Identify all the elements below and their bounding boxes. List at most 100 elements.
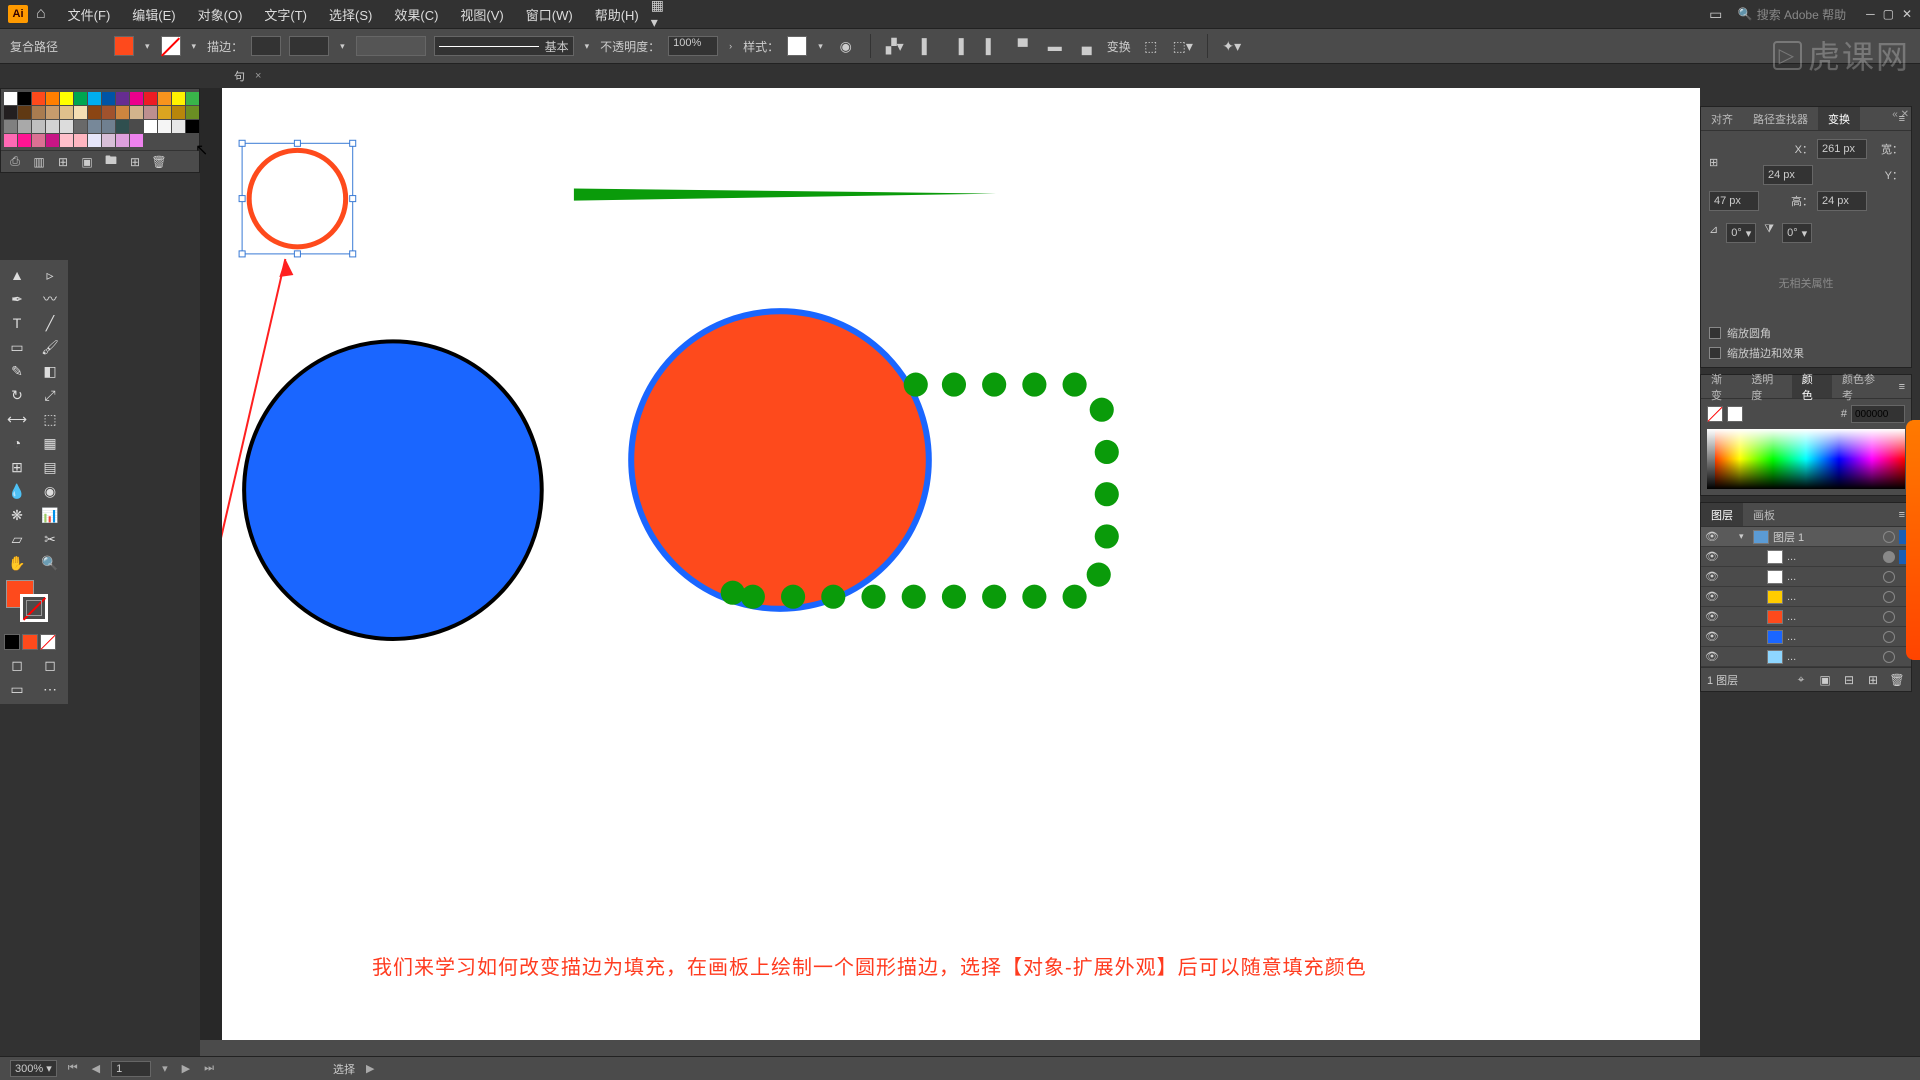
swatch[interactable] [144, 120, 157, 133]
swatch[interactable] [46, 92, 59, 105]
artboard-tool[interactable]: ▱ [2, 528, 32, 550]
swatch[interactable] [172, 120, 185, 133]
horizontal-scrollbar[interactable] [200, 1040, 1700, 1056]
swatch-menu-icon[interactable]: ▥ [31, 154, 47, 170]
close-icon[interactable]: ✕ [1902, 7, 1912, 21]
arrange-docs-icon[interactable]: ▦ ▾ [651, 2, 675, 26]
isolate-icon[interactable]: ⬚ [1139, 34, 1163, 58]
search-box[interactable]: 🔍 搜索 Adobe 帮助 [1738, 6, 1846, 23]
tab-color[interactable]: 颜色 [1792, 375, 1832, 398]
swatch[interactable] [46, 106, 59, 119]
swatch[interactable] [116, 106, 129, 119]
swatch[interactable] [18, 134, 31, 147]
w-value-input[interactable]: 24 px [1763, 165, 1813, 185]
swatch[interactable] [60, 120, 73, 133]
target-icon[interactable] [1883, 631, 1895, 643]
target-icon[interactable] [1883, 551, 1895, 563]
layer-row[interactable]: 👁... [1701, 547, 1911, 567]
swatch[interactable] [116, 120, 129, 133]
stroke-swatch[interactable] [161, 36, 181, 56]
swatch[interactable] [186, 106, 199, 119]
swatch[interactable] [4, 92, 17, 105]
stroke-preset[interactable]: 基本 [434, 36, 574, 56]
swatch[interactable] [74, 106, 87, 119]
swatch[interactable] [4, 134, 17, 147]
minimize-icon[interactable]: ─ [1866, 7, 1875, 21]
swatch[interactable] [130, 106, 143, 119]
pen-tool[interactable]: ✒ [2, 288, 32, 310]
swatch[interactable] [186, 92, 199, 105]
tab-pathfinder[interactable]: 路径查找器 [1743, 107, 1818, 130]
layer-row[interactable]: 👁... [1701, 587, 1911, 607]
stroke-profile-dd[interactable]: ▾ [337, 41, 348, 52]
scale-strokes-checkbox[interactable]: 缩放描边和效果 [1709, 345, 1903, 361]
none-mode-icon[interactable] [40, 634, 56, 650]
first-artboard-icon[interactable]: ⏮ [65, 1062, 81, 1075]
rectangle-tool[interactable]: ▭ [2, 336, 32, 358]
artboard-dd[interactable]: ▾ [159, 1062, 171, 1075]
stroke-profile[interactable] [289, 36, 329, 56]
swatch-lib-icon[interactable]: ⎙ [7, 154, 23, 170]
doc-tab-close-icon[interactable]: × [255, 70, 261, 82]
swatch[interactable] [158, 106, 171, 119]
hand-tool[interactable]: ✋ [2, 552, 32, 574]
swatch[interactable] [172, 106, 185, 119]
fill-stroke-control[interactable] [4, 580, 64, 626]
swatch[interactable] [144, 92, 157, 105]
rotate-tool[interactable]: ↻ [2, 384, 32, 406]
h-value-input[interactable]: 24 px [1817, 191, 1867, 211]
layer-row[interactable]: 👁... [1701, 607, 1911, 627]
transform-label[interactable]: 变换 [1107, 38, 1131, 55]
locate-layer-icon[interactable]: ⌖ [1793, 672, 1809, 688]
direct-select-tool[interactable]: ▹ [35, 264, 65, 286]
swatch[interactable] [186, 120, 199, 133]
tab-transform[interactable]: 变换 [1818, 107, 1860, 130]
swatch-new-icon[interactable]: ⊞ [127, 154, 143, 170]
swatch[interactable] [116, 134, 129, 147]
swatch-group-icon[interactable]: ▣ [79, 154, 95, 170]
menu-object[interactable]: 对象(O) [188, 1, 253, 28]
eraser-tool[interactable]: ◧ [35, 360, 65, 382]
brush-def[interactable] [356, 36, 426, 56]
zoom-tool[interactable]: 🔍 [35, 552, 65, 574]
screen-mode-icon[interactable]: ▭ [2, 678, 32, 700]
make-clip-icon[interactable]: ▣ [1817, 672, 1833, 688]
visibility-icon[interactable]: 👁 [1705, 550, 1719, 563]
align-right-icon[interactable]: ▌ [979, 34, 1003, 58]
tab-artboards[interactable]: 画板 [1743, 503, 1785, 526]
visibility-icon[interactable]: 👁 [1705, 650, 1719, 663]
tab-align[interactable]: 对齐 [1701, 107, 1743, 130]
twist-icon[interactable]: ▾ [1739, 531, 1749, 542]
swatch-trash-icon[interactable]: 🗑 [151, 154, 167, 170]
panel-close-icon[interactable]: « ✕ [1892, 109, 1909, 120]
menu-view[interactable]: 视图(V) [450, 1, 513, 28]
shaper-tool[interactable]: ✎ [2, 360, 32, 382]
tab-color-guide[interactable]: 颜色参考 [1832, 375, 1893, 398]
layer-row[interactable]: 👁... [1701, 567, 1911, 587]
style-dd[interactable]: ▾ [815, 41, 826, 52]
align-bottom-icon[interactable]: ▄ [1075, 34, 1099, 58]
swatch[interactable] [88, 120, 101, 133]
align-doc-icon[interactable]: ▞▾ [883, 34, 907, 58]
last-artboard-icon[interactable]: ⏭ [201, 1062, 217, 1075]
swatch[interactable] [4, 120, 17, 133]
swatch[interactable] [4, 106, 17, 119]
blue-circle[interactable] [244, 341, 542, 639]
green-wedge[interactable] [574, 189, 996, 201]
visibility-icon[interactable]: 👁 [1705, 590, 1719, 603]
recolor-icon[interactable]: ◉ [834, 34, 858, 58]
layer-row[interactable]: 👁... [1701, 627, 1911, 647]
width-tool[interactable]: ⟷ [2, 408, 32, 430]
color-mode-icon[interactable] [4, 634, 20, 650]
opacity-input[interactable]: 100% [668, 36, 718, 56]
stroke-weight-input[interactable] [251, 36, 281, 56]
menu-type[interactable]: 文字(T) [254, 1, 317, 28]
small-circle-outline[interactable] [249, 150, 346, 247]
blend-tool[interactable]: ◉ [35, 480, 65, 502]
slice-tool[interactable]: ✂ [35, 528, 65, 550]
eyedropper-tool[interactable]: 💧 [2, 480, 32, 502]
free-transform-tool[interactable]: ⬚ [35, 408, 65, 430]
new-sublayer-icon[interactable]: ⊟ [1841, 672, 1857, 688]
opacity-dd[interactable]: › [726, 41, 735, 51]
swatch[interactable] [130, 120, 143, 133]
